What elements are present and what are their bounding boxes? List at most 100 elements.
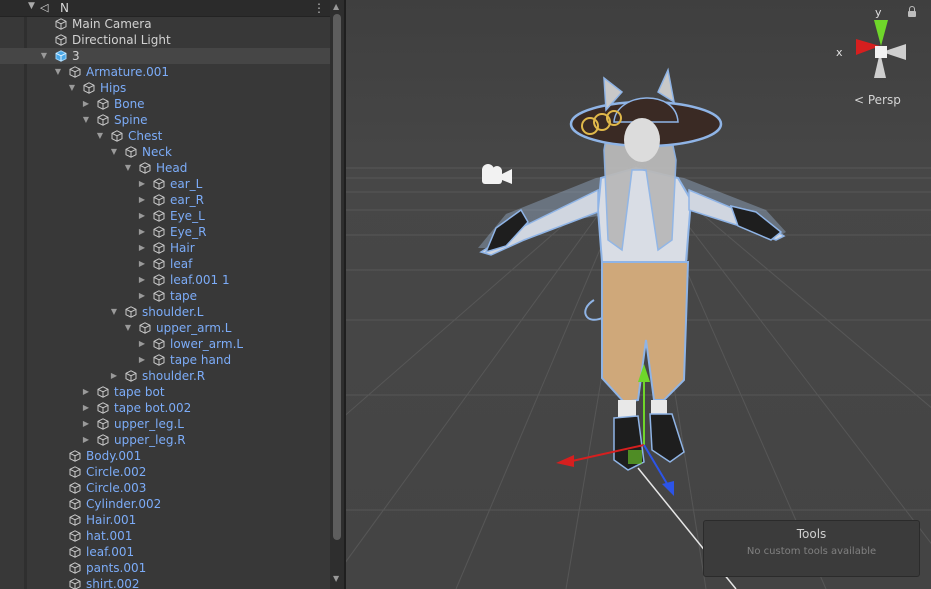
lock-icon[interactable] (908, 6, 916, 17)
hierarchy-row[interactable]: ▶ upper_leg.L (0, 416, 330, 432)
hierarchy-row[interactable]: ▼ shoulder.L (0, 304, 330, 320)
gameobject-cube-icon (55, 34, 67, 46)
hierarchy-row[interactable]: Directional Light (0, 32, 330, 48)
scene-name: N (60, 1, 69, 15)
hierarchy-row[interactable]: ▶ Eye_R (0, 224, 330, 240)
collapse-arrow-icon[interactable]: ▶ (137, 208, 147, 224)
hierarchy-row[interactable]: ▶ ear_R (0, 192, 330, 208)
hierarchy-row-label: ear_R (170, 193, 205, 207)
hierarchy-row[interactable]: ▼ Neck (0, 144, 330, 160)
hierarchy-row[interactable]: ▶ leaf (0, 256, 330, 272)
hierarchy-row[interactable]: pants.001 (0, 560, 330, 576)
hierarchy-row[interactable]: ▶ tape (0, 288, 330, 304)
hierarchy-row-label: shirt.002 (86, 577, 140, 589)
hierarchy-menu-icon[interactable]: ⋮ (313, 0, 325, 16)
scene-expand-arrow[interactable]: ▼ (28, 1, 35, 11)
hierarchy-row[interactable]: ▶ Hair (0, 240, 330, 256)
hierarchy-row[interactable]: shirt.002 (0, 576, 330, 589)
hierarchy-row-label: Chest (128, 129, 163, 143)
hierarchy-row[interactable]: ▼ Head (0, 160, 330, 176)
hierarchy-row[interactable]: ▶ shoulder.R (0, 368, 330, 384)
hierarchy-row[interactable]: ▶ tape bot (0, 384, 330, 400)
gameobject-cube-icon (125, 146, 137, 158)
collapse-arrow-icon[interactable]: ▶ (137, 352, 147, 368)
projection-toggle[interactable]: < Persp (854, 93, 901, 107)
gameobject-cube-icon (97, 402, 109, 414)
scene-view[interactable]: x y < Persp Tools No custom tools availa… (346, 0, 931, 589)
collapse-arrow-icon[interactable]: ▶ (137, 176, 147, 192)
scroll-down-icon[interactable]: ▼ (333, 574, 339, 583)
hierarchy-row[interactable]: ▶ Eye_L (0, 208, 330, 224)
expand-arrow-icon[interactable]: ▼ (67, 80, 77, 96)
gameobject-cube-icon (69, 546, 81, 558)
collapse-arrow-icon[interactable]: ▶ (137, 336, 147, 352)
hierarchy-row[interactable]: ▶ tape bot.002 (0, 400, 330, 416)
collapse-arrow-icon[interactable]: ▶ (137, 192, 147, 208)
hierarchy-row[interactable]: hat.001 (0, 528, 330, 544)
expand-arrow-icon[interactable]: ▼ (81, 112, 91, 128)
hierarchy-row-label: Main Camera (72, 17, 152, 31)
hierarchy-row-label: tape (170, 289, 198, 303)
hierarchy-row-label: shoulder.L (142, 305, 204, 319)
hierarchy-scrollbar[interactable]: ▲ ▼ (330, 0, 344, 589)
expand-arrow-icon[interactable]: ▼ (123, 160, 133, 176)
hierarchy-scene-header[interactable]: ▼ ◁ N ⋮ (0, 0, 330, 17)
expand-arrow-icon[interactable]: ▼ (109, 304, 119, 320)
expand-arrow-icon[interactable]: ▼ (53, 64, 63, 80)
gameobject-cube-icon (69, 514, 81, 526)
scroll-up-icon[interactable]: ▲ (333, 2, 339, 11)
hierarchy-row[interactable]: Body.001 (0, 448, 330, 464)
hierarchy-row[interactable]: Circle.002 (0, 464, 330, 480)
hierarchy-row[interactable]: ▶ upper_leg.R (0, 432, 330, 448)
hierarchy-row-label: Circle.003 (86, 481, 147, 495)
hierarchy-row[interactable]: Cylinder.002 (0, 496, 330, 512)
hierarchy-row[interactable]: ▼ Chest (0, 128, 330, 144)
hierarchy-row-label: hat.001 (86, 529, 133, 543)
expand-arrow-icon[interactable]: ▼ (123, 320, 133, 336)
expand-arrow-icon[interactable]: ▼ (109, 144, 119, 160)
hierarchy-row[interactable]: ▼ Hips (0, 80, 330, 96)
collapse-arrow-icon[interactable]: ▶ (81, 416, 91, 432)
gameobject-cube-icon (153, 290, 165, 302)
hierarchy-row[interactable]: Hair.001 (0, 512, 330, 528)
hierarchy-row-label: Cylinder.002 (86, 497, 162, 511)
hierarchy-row-label: Neck (142, 145, 172, 159)
collapse-arrow-icon[interactable]: ▶ (81, 96, 91, 112)
hierarchy-row[interactable]: ▼ Armature.001 (0, 64, 330, 80)
hierarchy-row[interactable]: leaf.001 (0, 544, 330, 560)
expand-arrow-icon[interactable]: ▼ (39, 48, 49, 64)
expand-arrow-icon[interactable]: ▼ (95, 128, 105, 144)
hierarchy-row[interactable]: ▶ Bone (0, 96, 330, 112)
collapse-arrow-icon[interactable]: ▶ (137, 256, 147, 272)
hierarchy-row-label: Body.001 (86, 449, 142, 463)
scrollbar-thumb[interactable] (333, 14, 341, 540)
hierarchy-row[interactable]: ▼ Spine (0, 112, 330, 128)
tools-title: Tools (796, 527, 827, 541)
gameobject-cube-icon (153, 210, 165, 222)
hierarchy-row-label: Bone (114, 97, 145, 111)
hierarchy-row[interactable]: ▼ upper_arm.L (0, 320, 330, 336)
hierarchy-row-label: tape bot.002 (114, 401, 192, 415)
gameobject-cube-icon (153, 226, 165, 238)
scene-canvas[interactable] (346, 0, 931, 589)
collapse-arrow-icon[interactable]: ▶ (81, 384, 91, 400)
collapse-arrow-icon[interactable]: ▶ (137, 272, 147, 288)
gameobject-cube-icon (153, 194, 165, 206)
hierarchy-row[interactable]: Circle.003 (0, 480, 330, 496)
hierarchy-row[interactable]: ▼ 3 (0, 48, 330, 64)
hierarchy-row[interactable]: ▶ ear_L (0, 176, 330, 192)
hierarchy-row-label: lower_arm.L (170, 337, 244, 351)
collapse-arrow-icon[interactable]: ▶ (81, 432, 91, 448)
hierarchy-row[interactable]: Main Camera (0, 16, 330, 32)
tools-overlay[interactable]: Tools No custom tools available (703, 520, 920, 577)
hierarchy-row[interactable]: ▶ lower_arm.L (0, 336, 330, 352)
prefab-cube-icon (55, 50, 67, 62)
collapse-arrow-icon[interactable]: ▶ (137, 288, 147, 304)
collapse-arrow-icon[interactable]: ▶ (137, 224, 147, 240)
hierarchy-row[interactable]: ▶ leaf.001 1 (0, 272, 330, 288)
hierarchy-row[interactable]: ▶ tape hand (0, 352, 330, 368)
tools-subtitle: No custom tools available (746, 546, 877, 557)
collapse-arrow-icon[interactable]: ▶ (137, 240, 147, 256)
collapse-arrow-icon[interactable]: ▶ (81, 400, 91, 416)
collapse-arrow-icon[interactable]: ▶ (109, 368, 119, 384)
